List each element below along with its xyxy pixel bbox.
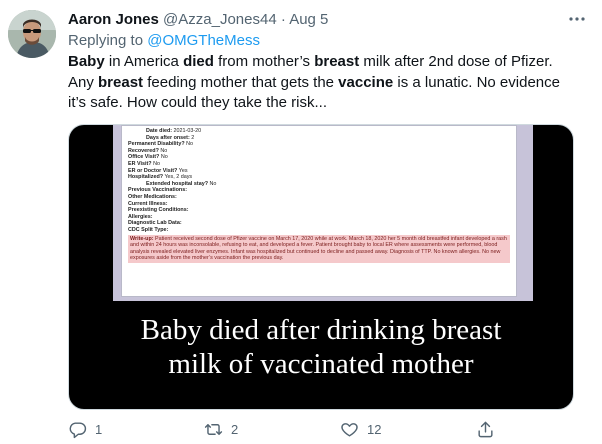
replying-prefix: Replying to: [68, 32, 148, 49]
retweet-button[interactable]: 2: [204, 420, 238, 439]
avatar[interactable]: [8, 10, 56, 58]
tweet-media[interactable]: Date died: 2021-03-20 Days after onset: 2…: [68, 124, 574, 410]
share-button[interactable]: [476, 420, 495, 439]
report-field: Allergies:: [128, 213, 153, 220]
like-count: 12: [367, 422, 382, 437]
vaers-report: Date died: 2021-03-20 Days after onset: 2…: [121, 125, 517, 297]
report-field: Permanent Disability? No: [128, 141, 194, 148]
like-icon: [341, 423, 358, 437]
report-field: ER Visit? No: [128, 160, 160, 167]
report-field: Other Medications:: [128, 193, 177, 200]
report-screenshot: Date died: 2021-03-20 Days after onset: 2…: [113, 125, 533, 301]
retweet-count: 2: [231, 422, 239, 437]
like-button[interactable]: 12: [340, 420, 381, 439]
caption-line-2: milk of vaccinated mother: [168, 348, 474, 380]
tweet-date[interactable]: Aug 5: [289, 11, 328, 28]
report-field: Preexisting Conditions:: [128, 207, 189, 214]
reply-icon: [69, 422, 87, 439]
replying-to: Replying to @OMGTheMess: [68, 31, 260, 51]
share-icon: [478, 421, 493, 438]
report-field: CDC Split Type:: [128, 226, 169, 233]
report-field: Current Illness:: [128, 200, 168, 207]
avatar-image: [8, 10, 56, 58]
separator-dot: ·: [280, 11, 286, 28]
report-field: Diagnostic Lab Data:: [128, 220, 182, 227]
report-field: Date died: 2021-03-20: [146, 128, 202, 134]
reply-button[interactable]: 1: [68, 420, 102, 439]
author-name[interactable]: Aaron Jones: [68, 11, 159, 28]
report-field: Recovered? No: [128, 147, 168, 154]
report-field: Days after onset: 2: [146, 134, 195, 141]
report-field: Extended hospital stay? No: [146, 180, 217, 187]
report-field: Previous Vaccinations:: [128, 187, 188, 194]
tweet-text: Baby in America died from mother’s breas…: [68, 53, 560, 111]
more-icon[interactable]: [566, 10, 588, 28]
report-field: Hospitalized? Yes, 2 days: [128, 174, 193, 181]
retweet-icon: [204, 424, 223, 435]
caption-line-1: Baby died after drinking breast: [140, 314, 502, 346]
writeup-highlight: Write-up: Patient received second dose o…: [128, 234, 510, 263]
reply-count: 1: [95, 422, 103, 437]
report-field: Office Visit? No: [128, 154, 168, 161]
tweet-actions: 1 2 12: [68, 420, 548, 442]
tweet-header: Aaron Jones @Azza_Jones44 · Aug 5: [68, 10, 328, 30]
report-field: ER or Doctor Visit? Yes: [128, 167, 188, 174]
reply-mention-link[interactable]: @OMGTheMess: [147, 32, 260, 49]
author-handle[interactable]: @Azza_Jones44: [163, 11, 277, 28]
